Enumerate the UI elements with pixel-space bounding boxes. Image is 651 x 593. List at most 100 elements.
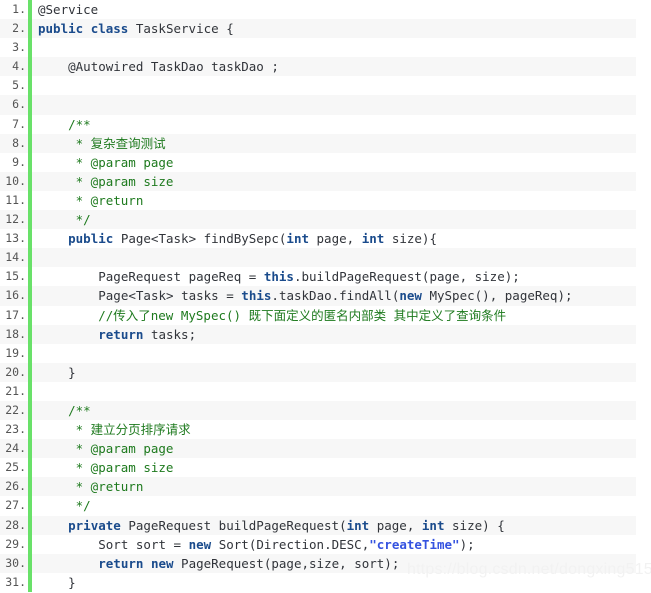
gutter-marker-bar — [28, 305, 32, 325]
code-line: 5. — [0, 76, 651, 96]
code-line: 15. PageRequest pageReq = this.buildPage… — [0, 267, 651, 287]
code-line: 2. public class TaskService { — [0, 19, 651, 39]
gutter-marker-bar — [28, 286, 32, 306]
code-text: public Page<Task> findBySepc(int page, i… — [68, 231, 437, 247]
code-text: return tasks; — [98, 326, 197, 342]
line-number: 6. — [12, 97, 26, 112]
gutter-marker-bar — [28, 343, 32, 363]
gutter-marker-bar — [28, 420, 32, 440]
code-line: 6. — [0, 95, 651, 115]
line-number: 3. — [12, 40, 26, 55]
code-line: 25. * @param size — [0, 458, 651, 478]
code-text: @Service — [38, 2, 99, 17]
code-line: 28. private PageRequest buildPageRequest… — [0, 515, 651, 535]
gutter-marker-bar — [28, 400, 32, 421]
line-number: 19. — [5, 345, 26, 360]
gutter-marker-bar — [28, 95, 32, 115]
gutter-marker-bar — [28, 572, 32, 592]
code-line: 8. * 复杂查询测试 — [0, 133, 651, 153]
code-text: /** — [38, 402, 91, 418]
line-number: 14. — [5, 250, 26, 265]
gutter-marker-bar — [28, 114, 32, 134]
line-number: 15. — [5, 269, 26, 284]
code-line: 12. */ — [0, 210, 651, 230]
code-text: } — [68, 574, 76, 590]
code-line: 29. Sort sort = new Sort(Direction.DESC,… — [0, 534, 651, 554]
gutter-marker-bar — [28, 477, 32, 497]
gutter-marker-bar — [28, 133, 32, 153]
gutter-marker-bar — [28, 515, 32, 535]
gutter-marker-bar — [28, 19, 32, 39]
line-number: 11. — [5, 192, 26, 207]
line-number: 28. — [5, 517, 26, 532]
code-text: return new PageRequest(page,size, sort); — [98, 555, 400, 571]
code-text: /** — [38, 116, 91, 132]
line-number: 8. — [12, 135, 26, 150]
code-line: 26. * @return — [0, 477, 651, 497]
gutter-marker-bar — [28, 190, 32, 211]
code-line: 19. — [0, 343, 651, 363]
code-text: */ — [38, 498, 91, 514]
line-number: 27. — [5, 498, 26, 513]
line-number: 31. — [5, 574, 26, 589]
line-number: 20. — [5, 364, 26, 379]
code-text: * @param size — [38, 460, 174, 476]
line-number: 24. — [5, 441, 26, 456]
line-number: 22. — [5, 402, 26, 417]
line-number: 4. — [12, 59, 26, 74]
gutter-marker-bar — [28, 0, 32, 20]
gutter-marker-bar — [28, 458, 32, 478]
code-line: 27. */ — [0, 496, 651, 516]
gutter-marker-bar — [28, 381, 32, 401]
code-text: private PageRequest buildPageRequest(int… — [68, 517, 505, 533]
line-number: 9. — [12, 154, 26, 169]
code-line: 1. @Service — [0, 0, 651, 20]
gutter-marker-bar — [28, 324, 32, 344]
line-number: 16. — [5, 288, 26, 303]
code-line: 17. //传入了new MySpec() 既下面定义的匿名内部类 其中定义了查… — [0, 305, 651, 325]
code-text: Sort sort = new Sort(Direction.DESC,"cre… — [98, 536, 475, 552]
code-line: 20. } — [0, 362, 651, 382]
gutter-marker-bar — [28, 496, 32, 516]
code-line: 14. — [0, 248, 651, 268]
gutter-marker-bar — [28, 171, 32, 191]
line-number: 1. — [12, 2, 26, 16]
line-number: 10. — [5, 173, 26, 188]
code-line: 10. * @param size — [0, 171, 651, 192]
gutter-marker-bar — [28, 38, 32, 58]
code-text: * 建立分页排序请求 — [38, 422, 191, 438]
line-number: 23. — [5, 422, 26, 437]
code-text: PageRequest pageReq = this.buildPageRequ… — [98, 269, 520, 285]
line-number: 18. — [5, 326, 26, 341]
code-line: 18. return tasks; — [0, 324, 651, 344]
code-line: 24. * @param page — [0, 439, 651, 459]
gutter-marker-bar — [28, 534, 32, 554]
gutter-marker-bar — [28, 553, 32, 573]
gutter-marker-bar — [28, 76, 32, 96]
code-text: * @return — [38, 479, 144, 495]
code-line: 13. public Page<Task> findBySepc(int pag… — [0, 229, 651, 249]
code-line: 11. * @return — [0, 190, 651, 211]
gutter-marker-bar — [28, 362, 32, 382]
code-line-list: 1. @Service 2. public class TaskService {3.… — [0, 0, 651, 592]
gutter-marker-bar — [28, 152, 32, 172]
code-line: 31. } — [0, 572, 651, 592]
code-text: * @param page — [38, 441, 174, 457]
line-number: 2. — [12, 21, 26, 36]
line-number: 26. — [5, 479, 26, 494]
line-number: 25. — [5, 460, 26, 475]
code-line: 21. — [0, 381, 651, 401]
gutter-marker-bar — [28, 210, 32, 230]
line-number: 12. — [5, 212, 26, 227]
code-line: 7. /** — [0, 114, 651, 134]
code-text: * 复杂查询测试 — [38, 135, 166, 151]
code-line: 3. — [0, 38, 651, 58]
line-number: 21. — [5, 383, 26, 398]
code-text: * @param size — [38, 173, 174, 189]
code-text: * @return — [38, 192, 144, 208]
code-line: 30. return new PageRequest(page,size, so… — [0, 553, 651, 573]
gutter-marker-bar — [28, 267, 32, 287]
line-number: 5. — [12, 78, 26, 93]
gutter-marker-bar — [28, 248, 32, 268]
gutter-marker-bar — [28, 439, 32, 459]
